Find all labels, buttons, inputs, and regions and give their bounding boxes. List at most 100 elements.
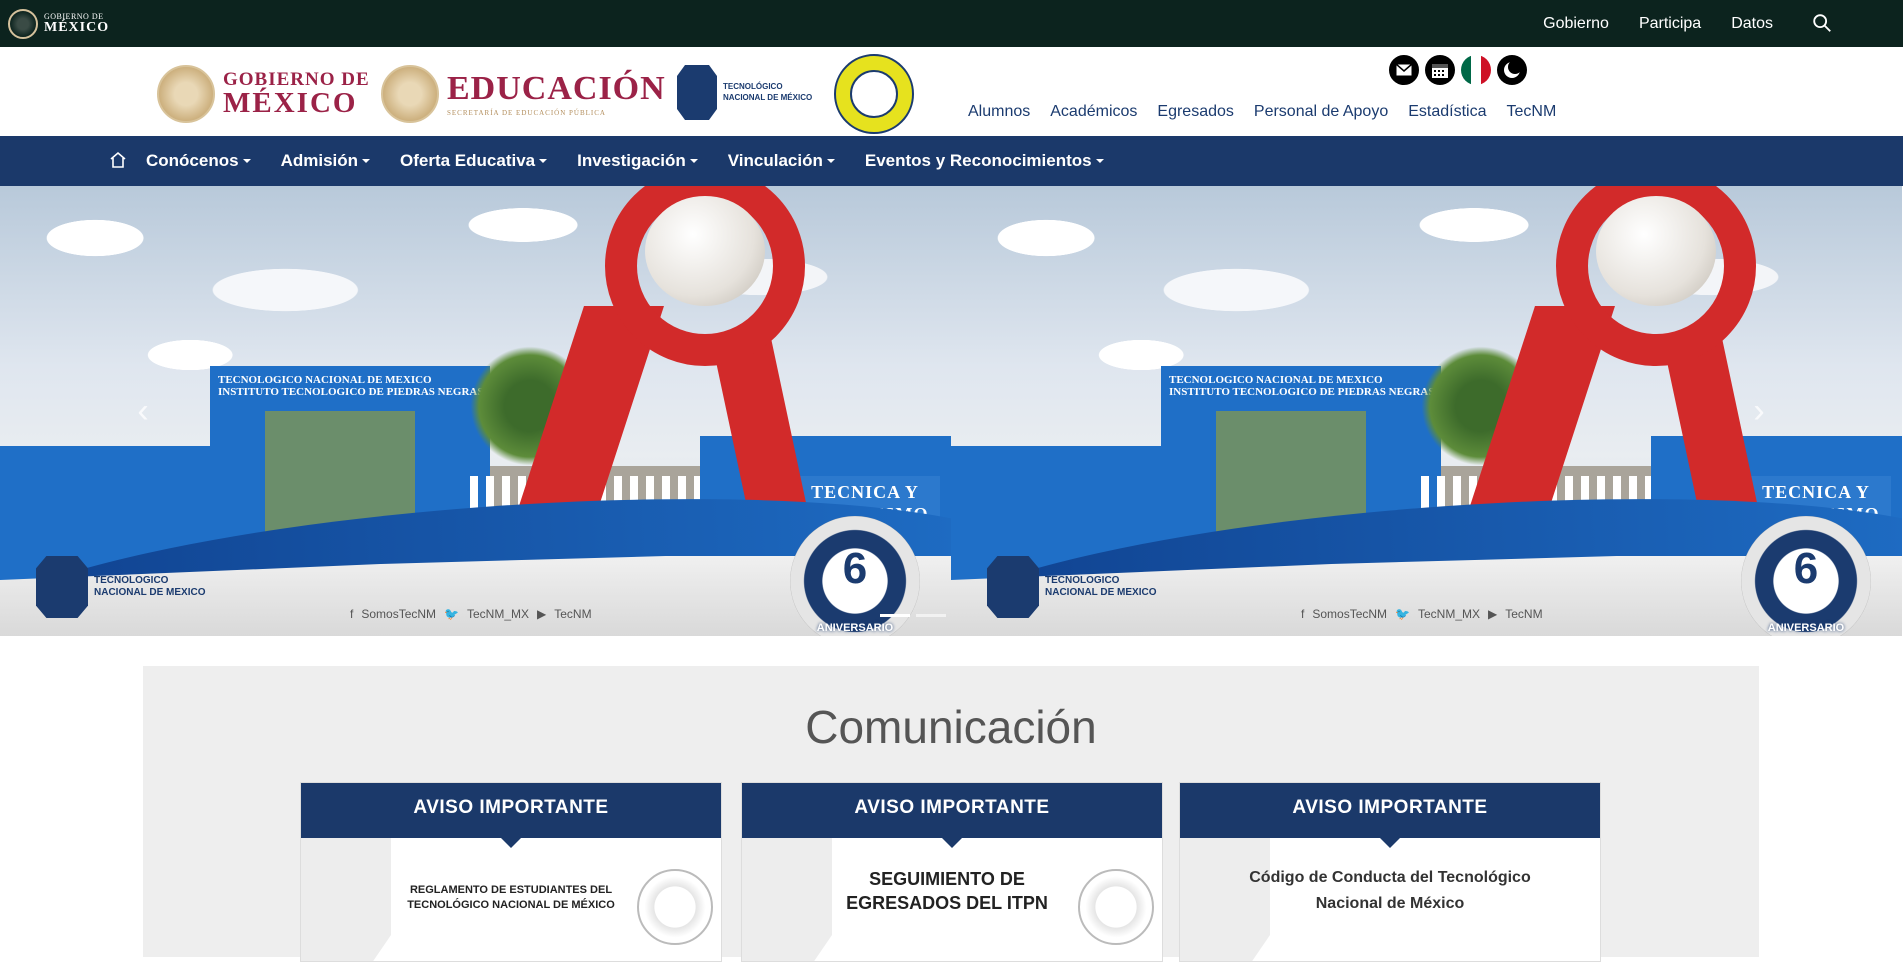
badge-text: ANIVERSARIO bbox=[1767, 622, 1845, 634]
gov-nav: Gobierno Participa Datos bbox=[1543, 0, 1773, 47]
gov-top-bar: GOBIERNO DE MÉXICO Gobierno Participa Da… bbox=[0, 0, 1903, 47]
menu-eventos-label: Eventos y Reconocimientos bbox=[864, 151, 1092, 170]
utility-icons bbox=[1389, 55, 1527, 85]
notice-card-header: AVISO IMPORTANTE bbox=[742, 783, 1162, 848]
notice-card[interactable]: AVISO IMPORTANTE REGLAMENTO DE ESTUDIANT… bbox=[300, 782, 722, 962]
educacion-logo[interactable]: EDUCACIÓN SECRETARÍA DE EDUCACIÓN PÚBLIC… bbox=[381, 65, 666, 123]
slide-tecnm-line1: TECNOLOGICO bbox=[1045, 575, 1120, 586]
nav-estadistica[interactable]: Estadística bbox=[1408, 103, 1486, 121]
menu-eventos[interactable]: Eventos y Reconocimientos bbox=[865, 151, 1104, 171]
badge-number: 6 bbox=[1793, 544, 1819, 593]
menu-oferta-educativa[interactable]: Oferta Educativa bbox=[400, 151, 548, 171]
nav-personal-de-apoyo[interactable]: Personal de Apoyo bbox=[1254, 103, 1388, 121]
itpn-seal-logo[interactable] bbox=[834, 54, 914, 134]
nav-egresados[interactable]: Egresados bbox=[1157, 103, 1234, 121]
mail-icon[interactable] bbox=[1389, 55, 1419, 85]
hero-carousel: TECNOLOGICO NACIONAL DE MEXICO INSTITUTO… bbox=[0, 186, 1903, 636]
carousel-indicator[interactable] bbox=[880, 614, 910, 617]
main-nav: Conócenos Admisión Oferta Educativa Inve… bbox=[0, 136, 1903, 186]
communication-section: Comunicación AVISO IMPORTANTE REGLAMENTO… bbox=[143, 666, 1759, 962]
twitter-icon: 🐦 bbox=[444, 607, 459, 621]
gobierno-de-mexico-logo[interactable]: GOBIERNO DE MÉXICO bbox=[157, 65, 370, 123]
tecnm-logo-line2: NACIONAL DE MÉXICO bbox=[723, 92, 813, 102]
slide-tecnm-line2: NACIONAL DE MEXICO bbox=[94, 587, 206, 598]
notice-card-body: Código de Conducta del Tecnológico Nacio… bbox=[1249, 869, 1531, 912]
twitter-handle: TecNM_MX bbox=[466, 607, 529, 621]
gov-nav-participa[interactable]: Participa bbox=[1639, 15, 1701, 33]
anniversary-badge: 6 ANIVERSARIO bbox=[1741, 516, 1871, 636]
slide-tecnm-line2: NACIONAL DE MEXICO bbox=[1045, 587, 1157, 598]
youtube-icon: ▶ bbox=[1488, 607, 1498, 621]
nav-alumnos[interactable]: Alumnos bbox=[968, 103, 1030, 121]
notice-card-header: AVISO IMPORTANTE bbox=[301, 783, 721, 848]
home-icon[interactable] bbox=[108, 150, 128, 170]
notice-card[interactable]: AVISO IMPORTANTE Código de Conducta del … bbox=[1179, 782, 1601, 962]
carousel-next-button[interactable]: › bbox=[1744, 391, 1774, 431]
dark-mode-icon[interactable] bbox=[1497, 55, 1527, 85]
gate-label: TECNOLOGICO NACIONAL DE MEXICO INSTITUTO… bbox=[218, 374, 484, 399]
secondary-nav: Alumnos Académicos Egresados Personal de… bbox=[968, 103, 1556, 121]
menu-admision[interactable]: Admisión bbox=[281, 151, 371, 171]
caret-down-icon bbox=[689, 159, 698, 163]
notice-card-body: SEGUIMIENTO DE EGRESADOS DEL ITPN bbox=[846, 869, 1048, 914]
mexico-seal-icon bbox=[8, 9, 38, 39]
menu-investigacion-label: Investigación bbox=[577, 151, 686, 170]
facebook-handle: SomosTecNM bbox=[361, 607, 437, 621]
notice-card-header: AVISO IMPORTANTE bbox=[1180, 783, 1600, 848]
caret-down-icon bbox=[539, 159, 548, 163]
youtube-handle: TecNM bbox=[1505, 607, 1543, 621]
gov-nav-gobierno[interactable]: Gobierno bbox=[1543, 15, 1609, 33]
nav-tecnm[interactable]: TecNM bbox=[1507, 103, 1557, 121]
facebook-handle: SomosTecNM bbox=[1312, 607, 1388, 621]
gob-logo-line2: MÉXICO bbox=[223, 87, 358, 119]
menu-conocenos[interactable]: Conócenos bbox=[146, 151, 251, 171]
tecnm-gear-icon bbox=[36, 556, 88, 618]
calendar-icon[interactable] bbox=[1425, 55, 1455, 85]
red-sculpture bbox=[1457, 186, 1816, 566]
carousel-indicator[interactable] bbox=[916, 614, 946, 617]
youtube-handle: TecNM bbox=[554, 607, 592, 621]
badge-text: ANIVERSARIO bbox=[816, 622, 894, 634]
red-sculpture bbox=[506, 186, 865, 566]
carousel-prev-button[interactable]: ‹ bbox=[128, 391, 158, 431]
gov-nav-datos[interactable]: Datos bbox=[1731, 15, 1773, 33]
badge-number: 6 bbox=[842, 544, 868, 593]
tecnm-logo[interactable]: TECNOLÓGICO NACIONAL DE MÉXICO bbox=[677, 65, 812, 120]
section-title: Comunicación bbox=[805, 701, 1097, 753]
gov-mexico-logo[interactable]: GOBIERNO DE MÉXICO bbox=[8, 9, 109, 39]
notice-card[interactable]: AVISO IMPORTANTE SEGUIMIENTO DE EGRESADO… bbox=[741, 782, 1163, 962]
tecnm-gear-icon bbox=[677, 65, 717, 120]
slide-tecnm-logo: TECNOLOGICO NACIONAL DE MEXICO bbox=[987, 556, 1157, 618]
twitter-icon: 🐦 bbox=[1395, 607, 1410, 621]
logo-header: GOBIERNO DE MÉXICO EDUCACIÓN SECRETARÍA … bbox=[0, 47, 1903, 136]
twitter-handle: TecNM_MX bbox=[1417, 607, 1480, 621]
itpn-stamp-icon bbox=[637, 869, 713, 945]
menu-investigacion[interactable]: Investigación bbox=[577, 151, 698, 171]
youtube-icon: ▶ bbox=[537, 607, 547, 621]
slide-tecnm-logo: TECNOLOGICO NACIONAL DE MEXICO bbox=[36, 556, 206, 618]
sculpture-sphere bbox=[1596, 196, 1716, 306]
caret-down-icon bbox=[826, 159, 835, 163]
menu-vinculacion[interactable]: Vinculación bbox=[728, 151, 835, 171]
caret-down-icon bbox=[362, 159, 371, 163]
slide-tecnm-line1: TECNOLOGICO bbox=[94, 575, 169, 586]
caret-down-icon bbox=[242, 159, 251, 163]
search-icon[interactable] bbox=[1811, 12, 1833, 34]
tecnm-gear-icon bbox=[987, 556, 1039, 618]
anniversary-badge: 6 ANIVERSARIO bbox=[790, 516, 920, 636]
caret-down-icon bbox=[1095, 159, 1104, 163]
social-handles: f SomosTecNM 🐦 TecNM_MX ▶ TecNM bbox=[350, 607, 592, 621]
social-handles: f SomosTecNM 🐦 TecNM_MX ▶ TecNM bbox=[1301, 607, 1543, 621]
national-seal-icon bbox=[157, 65, 215, 123]
itpn-seal-inner bbox=[850, 70, 898, 118]
gov-logo-line2: MÉXICO bbox=[44, 20, 110, 35]
facebook-icon: f bbox=[350, 607, 354, 621]
menu-oferta-label: Oferta Educativa bbox=[400, 151, 536, 170]
facebook-icon: f bbox=[1301, 607, 1305, 621]
tecnm-logo-line1: TECNOLÓGICO bbox=[723, 82, 783, 92]
notice-card-body: REGLAMENTO DE ESTUDIANTES DEL TECNOLÓGIC… bbox=[407, 884, 615, 912]
sculpture-sphere bbox=[645, 196, 765, 306]
sep-seal-icon bbox=[381, 65, 439, 123]
nav-academicos[interactable]: Académicos bbox=[1050, 103, 1137, 121]
mexico-flag-icon[interactable] bbox=[1461, 55, 1491, 85]
